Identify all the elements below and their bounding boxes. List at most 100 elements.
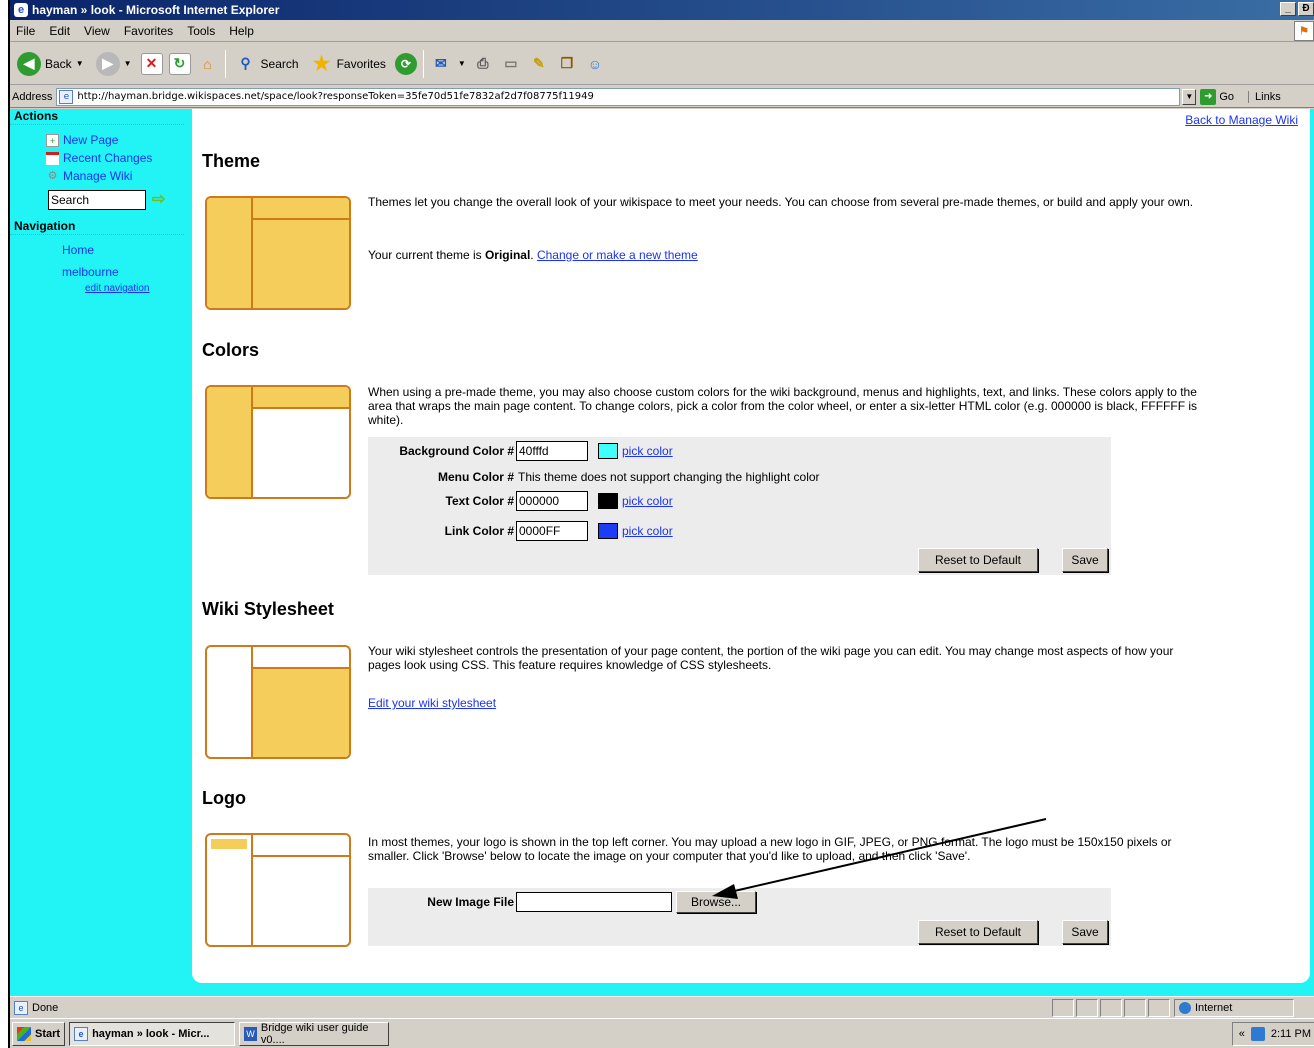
menu-color-label: Menu Color # xyxy=(437,470,514,484)
current-theme-prefix: Your current theme is xyxy=(368,248,485,262)
discuss-icon[interactable]: ✎ xyxy=(528,53,550,75)
page-status-icon: e xyxy=(14,1000,28,1015)
taskbar: Start e hayman » look - Micr... W Bridge… xyxy=(10,1018,1314,1048)
word-icon: W xyxy=(244,1026,257,1041)
new-page-icon: + xyxy=(46,133,59,147)
stylesheet-heading: Wiki Stylesheet xyxy=(202,599,334,619)
status-cell xyxy=(1100,998,1122,1017)
theme-description: Themes let you change the overall look o… xyxy=(368,195,1194,209)
gear-icon: ⚙ xyxy=(47,169,58,182)
theme-heading: Theme xyxy=(202,151,261,171)
page-icon: e xyxy=(59,89,74,104)
logo-reset-button[interactable]: Reset to Default xyxy=(918,920,1038,944)
sidebar-item-label: New Page xyxy=(63,133,119,147)
browser-window: e hayman » look - Microsoft Internet Exp… xyxy=(8,0,1314,1048)
link-color-input[interactable] xyxy=(516,521,588,541)
tray-expand-icon[interactable]: « xyxy=(1239,1028,1245,1040)
toolbar-separator xyxy=(224,49,226,78)
status-bar: e Done Internet xyxy=(10,996,1314,1018)
refresh-icon[interactable]: ↻ xyxy=(168,52,191,75)
logo-save-button[interactable]: Save xyxy=(1062,920,1108,944)
new-image-input[interactable] xyxy=(516,892,672,912)
taskbar-item-ie[interactable]: e hayman » look - Micr... xyxy=(69,1021,236,1046)
address-label: Address xyxy=(12,90,53,103)
colors-heading: Colors xyxy=(202,340,260,360)
stylesheet-description: Your wiki stylesheet controls the presen… xyxy=(368,644,1174,672)
menu-view[interactable]: View xyxy=(84,24,110,38)
go-arrow-icon: ➜ xyxy=(1200,88,1217,105)
link-color-swatch[interactable] xyxy=(598,523,618,539)
browse-button[interactable]: Browse... xyxy=(676,891,756,913)
start-button[interactable]: Start xyxy=(12,1021,66,1046)
menu-help[interactable]: Help xyxy=(229,24,254,38)
background-color-input[interactable] xyxy=(516,441,588,461)
print-icon[interactable]: ⎙ xyxy=(472,53,494,75)
sidebar-item-manage-wiki[interactable]: ⚙ Manage Wiki xyxy=(10,167,188,185)
menu-file[interactable]: File xyxy=(16,24,35,38)
edit-stylesheet-link[interactable]: Edit your wiki stylesheet xyxy=(368,696,496,710)
restore-button[interactable]: Ɖ xyxy=(1298,2,1314,16)
media-icon[interactable]: ⟳ xyxy=(394,52,417,75)
sidebar-item-recent-changes[interactable]: Recent Changes xyxy=(10,149,188,167)
links-button[interactable]: Links xyxy=(1248,90,1281,103)
taskbar-item-label: Bridge wiki user guide v0.... xyxy=(260,1021,369,1046)
status-cell xyxy=(1148,998,1170,1017)
background-color-swatch[interactable] xyxy=(598,443,618,459)
title-bar: e hayman » look - Microsoft Internet Exp… xyxy=(10,0,1314,20)
edit-icon[interactable]: ▭ xyxy=(500,53,522,75)
main-content: Back to Manage Wiki Theme Themes let you… xyxy=(192,109,1310,983)
home-icon[interactable]: ⌂ xyxy=(197,53,219,75)
back-button[interactable]: ◀ Back ▼ xyxy=(14,47,87,81)
address-bar: Address e http://hayman.bridge.wikispace… xyxy=(10,86,1314,108)
background-pick-color-link[interactable]: pick color xyxy=(622,444,673,458)
search-input[interactable] xyxy=(48,190,146,210)
colors-reset-button[interactable]: Reset to Default xyxy=(918,548,1038,572)
status-text: Done xyxy=(32,1001,59,1014)
nav-link-home[interactable]: Home xyxy=(10,239,188,261)
messenger-icon[interactable]: ☺ xyxy=(584,53,606,75)
text-pick-color-link[interactable]: pick color xyxy=(622,494,673,508)
logo-icon xyxy=(205,833,351,947)
system-tray: « 2:11 PM xyxy=(1231,1022,1314,1046)
go-label: Go xyxy=(1219,90,1235,103)
menu-favorites[interactable]: Favorites xyxy=(124,24,173,38)
clock: 2:11 PM xyxy=(1270,1028,1311,1040)
go-button[interactable]: ➜ Go xyxy=(1200,88,1235,105)
logo-description: In most themes, your logo is shown in th… xyxy=(368,835,1172,863)
dropdown-arrow-icon[interactable]: ▼ xyxy=(458,59,466,68)
text-color-swatch[interactable] xyxy=(598,493,618,509)
nav-link-melbourne[interactable]: melbourne xyxy=(10,261,188,283)
mail-icon[interactable]: ✉ xyxy=(430,53,452,75)
favorites-button[interactable]: ★ Favorites xyxy=(308,47,389,81)
menu-color-row: Menu Color # This theme does not support… xyxy=(368,466,820,488)
link-color-label: Link Color # xyxy=(444,524,514,538)
forward-button[interactable]: ▶ ▼ xyxy=(93,47,135,81)
ie-icon: e xyxy=(74,1026,89,1041)
network-icon[interactable] xyxy=(1250,1027,1265,1041)
search-go-icon[interactable]: ⇨ xyxy=(152,192,170,208)
text-color-input[interactable] xyxy=(516,491,588,511)
change-theme-link[interactable]: Change or make a new theme xyxy=(537,248,698,262)
page-viewport: Actions + New Page Recent Changes ⚙ Mana… xyxy=(10,109,1314,996)
back-to-manage-wiki-link[interactable]: Back to Manage Wiki xyxy=(1185,113,1298,127)
address-input[interactable]: e http://hayman.bridge.wikispaces.net/sp… xyxy=(56,87,1181,106)
menu-tools[interactable]: Tools xyxy=(187,24,215,38)
taskbar-item-word[interactable]: W Bridge wiki user guide v0.... xyxy=(239,1021,390,1046)
research-icon[interactable]: ❐ xyxy=(556,53,578,75)
search-label: Search xyxy=(260,56,299,71)
globe-icon xyxy=(1179,1001,1191,1014)
sidebar: Actions + New Page Recent Changes ⚙ Mana… xyxy=(10,109,188,996)
link-pick-color-link[interactable]: pick color xyxy=(622,524,673,538)
colors-save-button[interactable]: Save xyxy=(1062,548,1108,572)
address-dropdown-icon[interactable]: ▼ xyxy=(1182,88,1197,105)
security-zone: Internet xyxy=(1174,998,1294,1017)
sidebar-item-new-page[interactable]: + New Page xyxy=(10,131,188,149)
minimize-button[interactable]: _ xyxy=(1280,2,1296,16)
edit-navigation-link[interactable]: edit navigation xyxy=(10,283,188,297)
stylesheet-icon xyxy=(205,645,351,759)
stop-icon[interactable]: ✕ xyxy=(140,52,163,75)
menu-edit[interactable]: Edit xyxy=(49,24,70,38)
stylesheet-link-line: Edit your wiki stylesheet xyxy=(368,696,1198,710)
search-button[interactable]: ⚲ Search xyxy=(232,47,302,81)
dropdown-arrow-icon: ▼ xyxy=(123,59,132,68)
